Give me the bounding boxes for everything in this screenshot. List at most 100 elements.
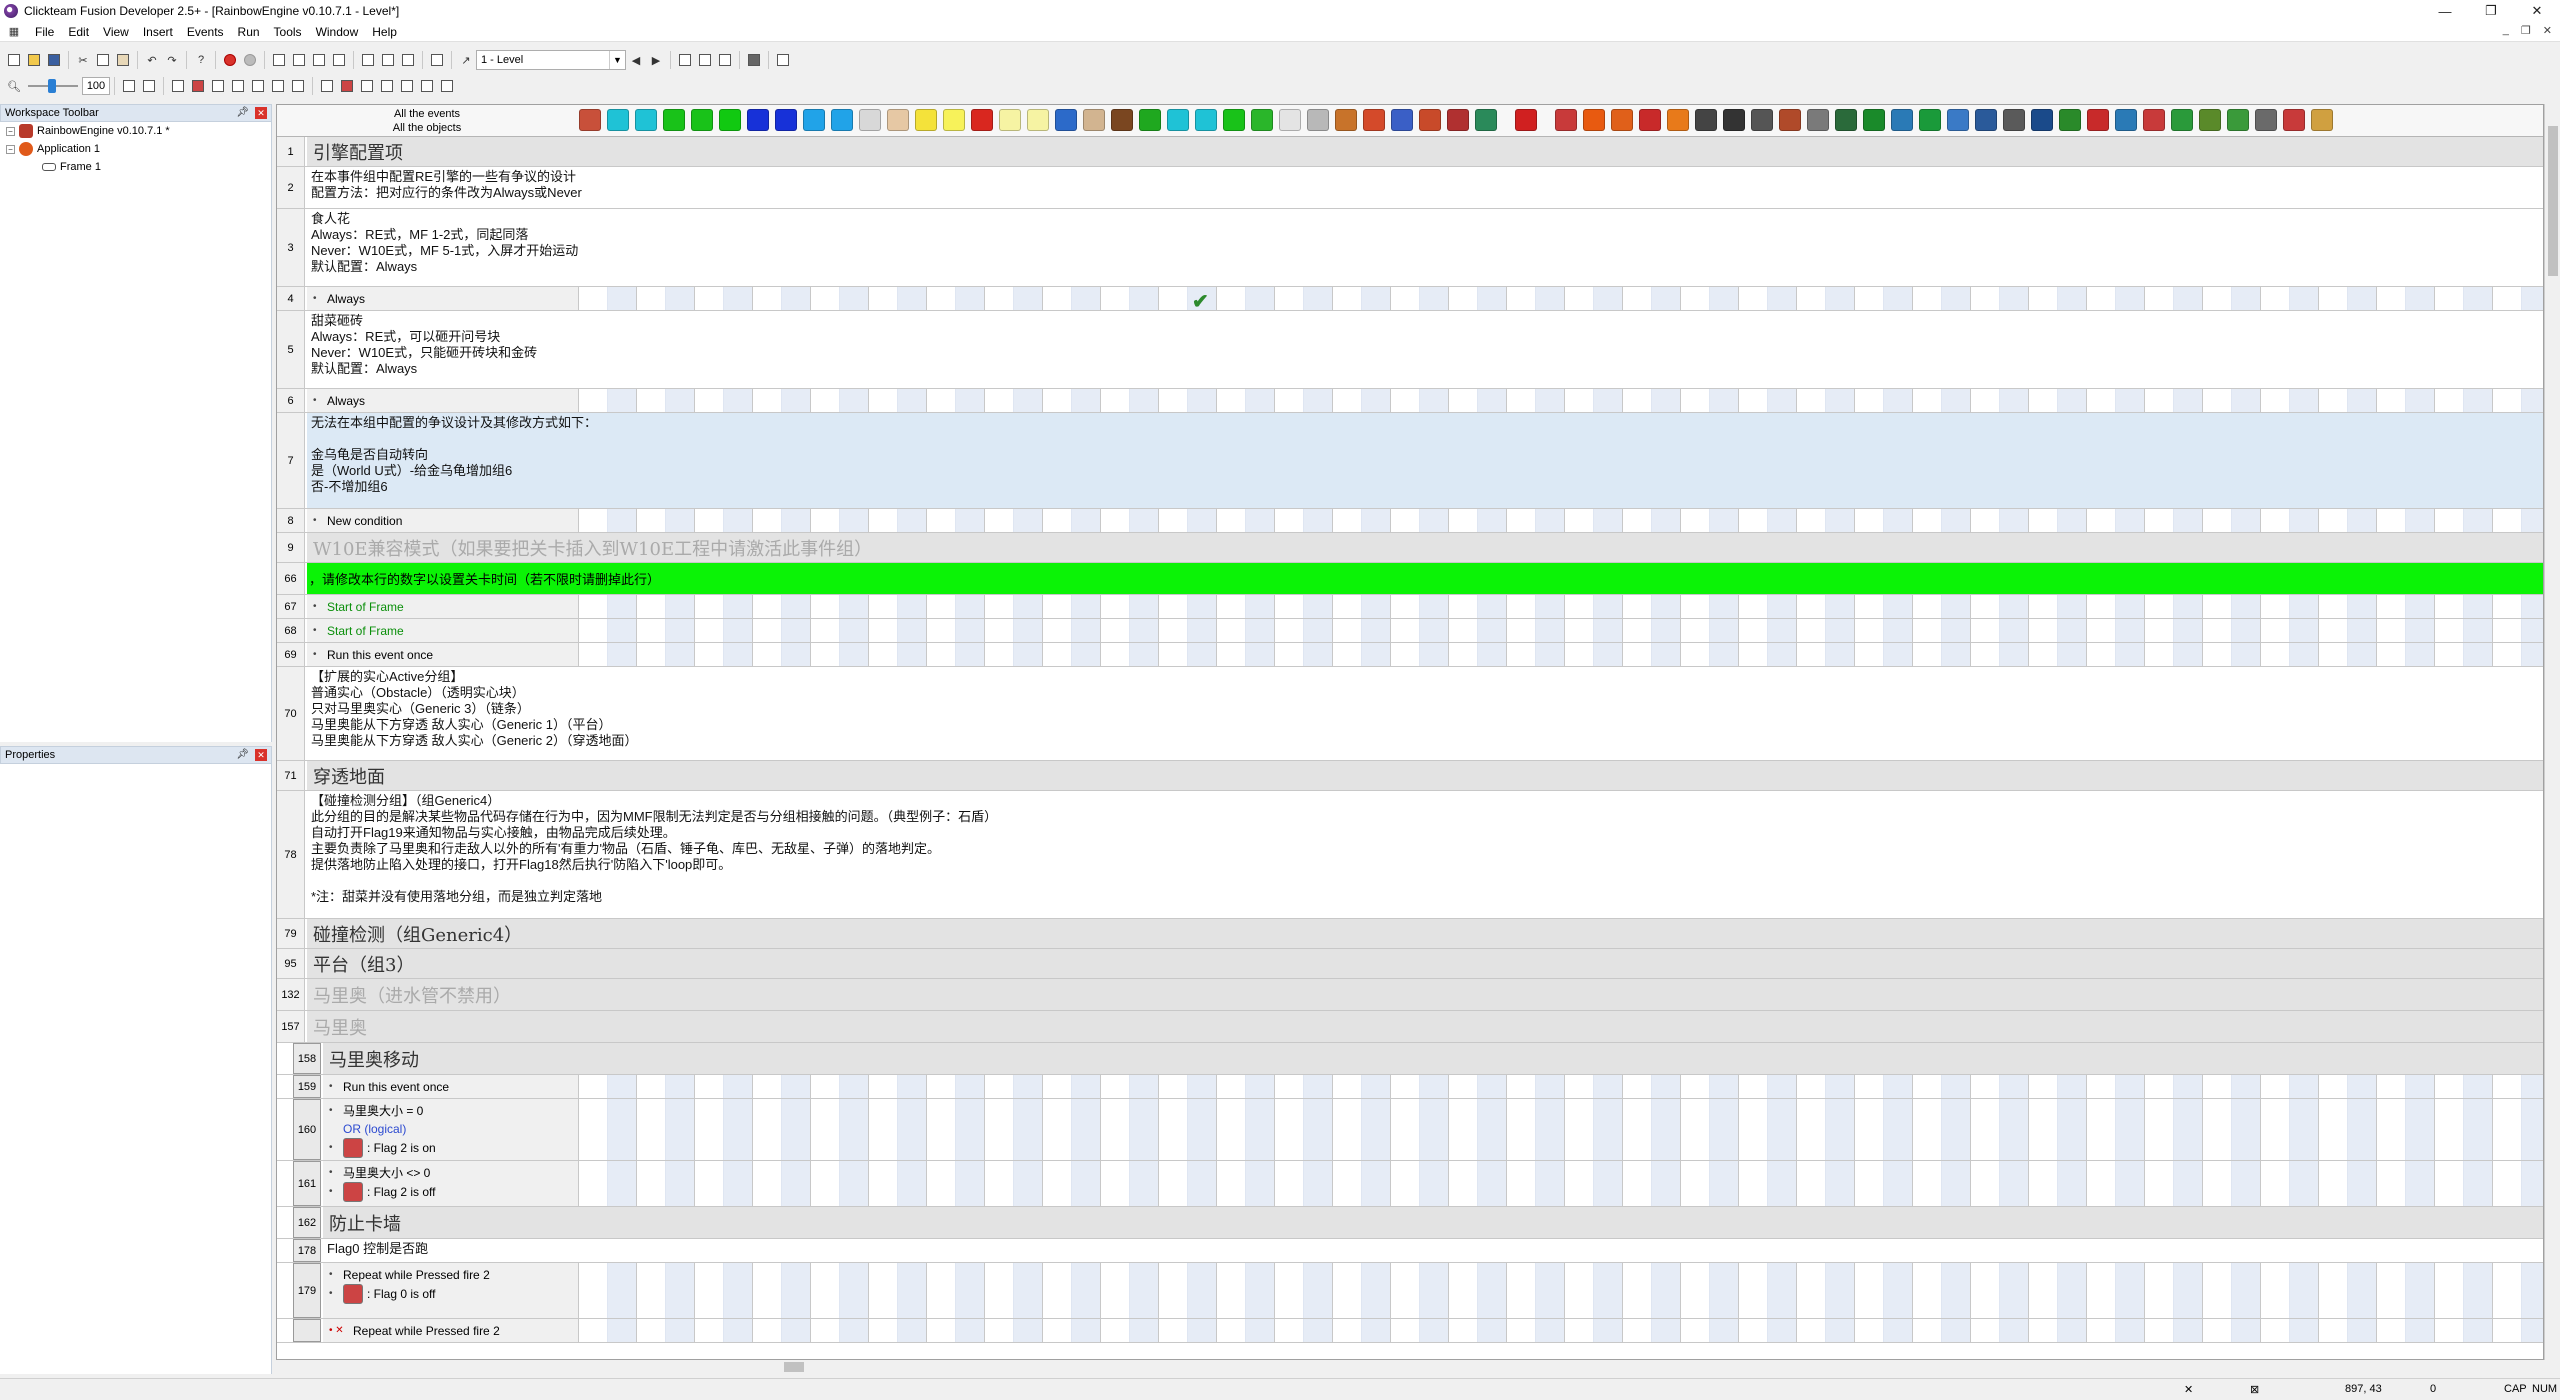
horizontal-scrollbar[interactable] bbox=[276, 1360, 2544, 1374]
object-icon[interactable] bbox=[607, 109, 629, 131]
conditions-cell[interactable]: • New condition bbox=[307, 509, 579, 532]
scroll-thumb[interactable] bbox=[2548, 126, 2558, 276]
collapse-icon[interactable]: − bbox=[6, 126, 15, 136]
stop-icon[interactable] bbox=[221, 51, 239, 69]
chevron-down-icon[interactable]: ▼ bbox=[609, 51, 625, 69]
condition-line[interactable]: • Repeat while Pressed fire 2 bbox=[329, 1266, 572, 1284]
event-number[interactable]: 67 bbox=[277, 595, 305, 618]
zoom-icon[interactable]: 🔍︎ bbox=[5, 77, 23, 95]
event-number[interactable]: 179 bbox=[293, 1263, 321, 1318]
comment-row[interactable]: 5 甜菜砸砖 Always：RE式，可以砸开问号块 Never：W10E式，只能砸… bbox=[277, 311, 2543, 389]
object-icon[interactable] bbox=[2059, 109, 2081, 131]
event-group-row[interactable]: 95 平台（组3） bbox=[277, 949, 2543, 979]
next-frame-icon[interactable]: ▶ bbox=[647, 51, 665, 69]
tool-icon-8[interactable] bbox=[318, 77, 336, 95]
object-icon[interactable] bbox=[1751, 109, 1773, 131]
event-group-row[interactable]: 1 引擎配置项 bbox=[277, 137, 2543, 167]
close-icon[interactable]: ✕ bbox=[255, 749, 267, 761]
frame-picker-icon[interactable]: ↗ bbox=[457, 51, 475, 69]
object-icon[interactable] bbox=[2171, 109, 2193, 131]
build-icon[interactable] bbox=[774, 51, 792, 69]
object-icon[interactable] bbox=[1111, 109, 1133, 131]
object-icon[interactable] bbox=[691, 109, 713, 131]
object-icon[interactable] bbox=[635, 109, 657, 131]
frame-editor-icon[interactable] bbox=[290, 51, 308, 69]
storyboard-icon[interactable] bbox=[270, 51, 288, 69]
event-number[interactable]: 79 bbox=[277, 919, 305, 948]
menu-insert[interactable]: Insert bbox=[136, 22, 180, 42]
object-icon[interactable] bbox=[1223, 109, 1245, 131]
action-grid[interactable] bbox=[579, 1319, 2543, 1342]
tool-icon-1[interactable] bbox=[169, 77, 187, 95]
frame-combo[interactable]: 1 - Level ▼ bbox=[476, 50, 626, 70]
object-icon[interactable] bbox=[859, 109, 881, 131]
tool-icon-6[interactable] bbox=[269, 77, 287, 95]
run-options-icon[interactable] bbox=[716, 51, 734, 69]
tool-icon-4[interactable] bbox=[229, 77, 247, 95]
action-grid[interactable] bbox=[579, 619, 2543, 642]
object-icon[interactable] bbox=[663, 109, 685, 131]
object-icon[interactable] bbox=[747, 109, 769, 131]
condition-line[interactable]: • ✕ Repeat while Pressed fire 2 bbox=[329, 1322, 572, 1340]
event-row[interactable]: 6 • Always bbox=[277, 389, 2543, 413]
conditions-cell[interactable]: • ✕ Repeat while Pressed fire 2 bbox=[323, 1319, 579, 1342]
save-icon[interactable] bbox=[45, 51, 63, 69]
menu-view[interactable]: View bbox=[96, 22, 136, 42]
event-number[interactable]: 162 bbox=[293, 1207, 321, 1238]
help-icon[interactable]: ? bbox=[192, 51, 210, 69]
condition-line[interactable]: •: Flag 2 is on bbox=[329, 1138, 572, 1158]
minimize-button[interactable]: — bbox=[2422, 0, 2468, 22]
tool-icon-10[interactable] bbox=[358, 77, 376, 95]
tool-icon-3[interactable] bbox=[209, 77, 227, 95]
mdi-minimize-icon[interactable]: _ bbox=[2503, 24, 2509, 37]
close-icon[interactable]: ✕ bbox=[255, 107, 267, 119]
object-icon[interactable] bbox=[1639, 109, 1661, 131]
insert-event-icon[interactable] bbox=[120, 77, 138, 95]
object-icon[interactable] bbox=[2311, 109, 2333, 131]
paste-icon[interactable] bbox=[114, 51, 132, 69]
event-number[interactable]: 8 bbox=[277, 509, 305, 532]
event-number[interactable]: 1 bbox=[277, 137, 305, 166]
conditions-cell[interactable]: • Repeat while Pressed fire 2 •: Flag 0 is… bbox=[323, 1263, 579, 1318]
run-app-icon[interactable] bbox=[676, 51, 694, 69]
event-number[interactable]: 161 bbox=[293, 1161, 321, 1206]
object-icon[interactable] bbox=[1891, 109, 1913, 131]
tool-icon-14[interactable] bbox=[438, 77, 456, 95]
object-icon[interactable] bbox=[1279, 109, 1301, 131]
event-number[interactable]: 4 bbox=[277, 287, 305, 310]
event-number[interactable]: 159 bbox=[293, 1075, 321, 1098]
maximize-button[interactable]: ❐ bbox=[2468, 0, 2514, 22]
event-group-row[interactable]: 71 穿透地面 bbox=[277, 761, 2543, 791]
object-icon[interactable] bbox=[2003, 109, 2025, 131]
menu-tools[interactable]: Tools bbox=[267, 22, 309, 42]
checkmark-icon[interactable]: ✔ bbox=[1192, 289, 1209, 310]
object-icon[interactable] bbox=[2087, 109, 2109, 131]
object-icon[interactable] bbox=[1419, 109, 1441, 131]
event-number[interactable]: 6 bbox=[277, 389, 305, 412]
event-list-icon[interactable] bbox=[330, 51, 348, 69]
event-number[interactable]: 2 bbox=[277, 167, 305, 208]
object-icon[interactable] bbox=[971, 109, 993, 131]
condition-line[interactable]: OR (logical) bbox=[329, 1120, 572, 1138]
layout-icon-1[interactable] bbox=[359, 51, 377, 69]
undo-icon[interactable]: ↶ bbox=[143, 51, 161, 69]
object-icon[interactable] bbox=[1307, 109, 1329, 131]
close-button[interactable]: ✕ bbox=[2514, 0, 2560, 22]
object-icon[interactable] bbox=[1583, 109, 1605, 131]
zoom-slider[interactable] bbox=[28, 77, 78, 95]
event-row[interactable]: 68 • Start of Frame bbox=[277, 619, 2543, 643]
conditions-cell[interactable]: • Start of Frame bbox=[307, 619, 579, 642]
event-number[interactable]: 78 bbox=[277, 791, 305, 918]
vertical-scrollbar[interactable] bbox=[2544, 104, 2560, 1360]
object-icon[interactable] bbox=[1807, 109, 1829, 131]
object-icon[interactable] bbox=[1779, 109, 1801, 131]
tool-icon-5[interactable] bbox=[249, 77, 267, 95]
object-icon[interactable] bbox=[1835, 109, 1857, 131]
comment-row[interactable]: 70 【扩展的实心Active分组】 普通实心（Obstacle）（透明实心块） … bbox=[277, 667, 2543, 761]
object-icon[interactable] bbox=[1363, 109, 1385, 131]
event-row[interactable]: • ✕ Repeat while Pressed fire 2 bbox=[277, 1319, 2543, 1343]
pin-icon[interactable]: 📌︎ bbox=[236, 107, 249, 118]
event-row[interactable]: 161 • 马里奥大小 <> 0 •: Flag 2 is off bbox=[277, 1161, 2543, 1207]
comment-row[interactable]: 178 Flag0 控制是否跑 bbox=[277, 1239, 2543, 1263]
event-group-row[interactable]: 158 马里奥移动 bbox=[277, 1043, 2543, 1075]
